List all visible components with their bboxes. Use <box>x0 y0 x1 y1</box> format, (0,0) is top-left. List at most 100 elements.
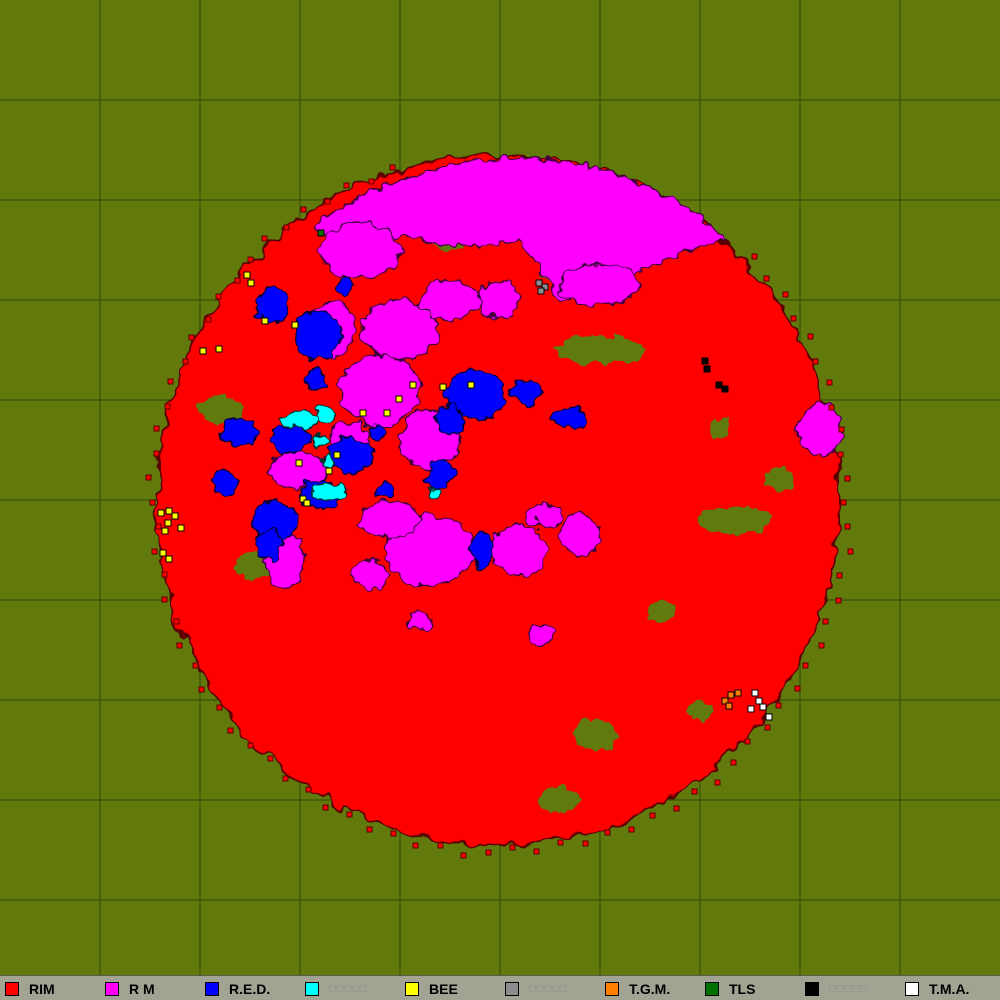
cell-bee <box>171 512 179 520</box>
cell-rim <box>691 788 698 795</box>
cell-tgm <box>727 691 735 699</box>
game-screen: RIM R M R.E.D. □□□□□ BEE □□□□□ T.G.M. TLS □□□□□ T… <box>0 0 1000 1000</box>
cell-rim <box>838 426 845 433</box>
cell-rim <box>192 662 199 669</box>
legend-label: □□□□□ <box>829 982 868 995</box>
cell-rim <box>828 404 835 411</box>
legend-item: R M <box>100 976 200 1000</box>
territory-map[interactable] <box>0 0 1000 975</box>
legend-label: □□□□□ <box>529 982 568 995</box>
cell-bee <box>157 509 165 517</box>
cell-rim <box>744 738 751 745</box>
legend-swatch <box>605 981 619 996</box>
cell-rim <box>582 840 589 847</box>
cell-rim <box>782 291 789 298</box>
cell-tma <box>765 713 773 721</box>
legend-swatch <box>805 981 819 996</box>
legend-label: BEE <box>429 980 458 997</box>
cell-rim <box>557 839 564 846</box>
cell-rim <box>649 812 656 819</box>
legend-label: TLS <box>729 980 756 997</box>
cell-bee <box>467 381 475 389</box>
cell-rim <box>533 848 540 855</box>
cell-rim <box>188 334 195 341</box>
territory-map-canvas[interactable] <box>0 0 1000 975</box>
cell-bee <box>159 549 167 557</box>
legend-item: T.M.A. <box>900 976 1000 1000</box>
cell-rim <box>807 333 814 340</box>
cell-bee <box>333 451 341 459</box>
cell-rim <box>840 499 847 506</box>
cell-rim <box>267 755 274 762</box>
cell-rim <box>300 206 307 213</box>
legend-item: □□□□□ <box>500 976 600 1000</box>
cell-rim <box>836 572 843 579</box>
cell-rim <box>835 597 842 604</box>
cell-rim <box>485 849 492 856</box>
cell-rim <box>368 178 375 185</box>
cell-tma <box>747 705 755 713</box>
cell-rim <box>247 256 254 263</box>
legend-swatch <box>105 981 119 996</box>
cell-tgm <box>725 702 733 710</box>
legend-swatch <box>305 981 319 996</box>
legend-label: R M <box>129 980 155 997</box>
cell-rim <box>198 686 205 693</box>
cell-rim <box>714 779 721 786</box>
cell-rim <box>847 548 854 555</box>
cell-rim <box>460 852 467 859</box>
cell-bee <box>303 499 311 507</box>
cell-bee <box>439 383 447 391</box>
cell-rim <box>818 642 825 649</box>
cell-rim <box>216 704 223 711</box>
cell-rim <box>151 548 158 555</box>
cell-rim <box>155 523 162 530</box>
cell-rim <box>261 235 268 242</box>
cell-bee <box>177 524 185 532</box>
cell-rim <box>247 742 254 749</box>
cell-rim <box>167 378 174 385</box>
legend-item: BEE <box>400 976 500 1000</box>
cell-bee <box>161 527 169 535</box>
cell-rim <box>343 182 350 189</box>
legend-bar: RIM R M R.E.D. □□□□□ BEE □□□□□ T.G.M. TLS □□□□□ T… <box>0 975 1000 1000</box>
cell-rim <box>826 379 833 386</box>
legend-swatch <box>505 981 519 996</box>
cell-gray <box>535 279 543 287</box>
cell-bee <box>243 271 251 279</box>
cell-rim <box>730 759 737 766</box>
cell-rim <box>763 275 770 282</box>
cell-rim <box>366 826 373 833</box>
cell-black <box>721 385 729 393</box>
cell-rim <box>324 198 331 205</box>
legend-item: TLS <box>700 976 800 1000</box>
cell-rim <box>164 403 171 410</box>
cell-rim <box>812 358 819 365</box>
territory-rim <box>155 154 841 846</box>
cell-tma <box>755 697 763 705</box>
cell-rim <box>227 727 234 734</box>
cell-rim <box>153 450 160 457</box>
cell-rim <box>176 642 183 649</box>
cell-tma <box>751 689 759 697</box>
cell-rim <box>161 596 168 603</box>
cell-rim <box>390 830 397 837</box>
cell-tma <box>759 703 767 711</box>
cell-rim <box>837 451 844 458</box>
cell-bee <box>215 345 223 353</box>
cell-rim <box>790 315 797 322</box>
cell-bee <box>164 519 172 527</box>
cell-rim <box>509 844 516 851</box>
cell-bee <box>165 507 173 515</box>
legend-swatch <box>905 981 919 996</box>
legend-item: RIM <box>0 976 100 1000</box>
cell-rim <box>173 618 180 625</box>
cell-rim <box>145 474 152 481</box>
cell-tls <box>317 229 325 237</box>
cell-rim <box>794 685 801 692</box>
legend-swatch <box>405 981 419 996</box>
cell-rim <box>802 662 809 669</box>
cell-rim <box>437 842 444 849</box>
cell-rim <box>182 358 189 365</box>
cell-rim <box>305 786 312 793</box>
